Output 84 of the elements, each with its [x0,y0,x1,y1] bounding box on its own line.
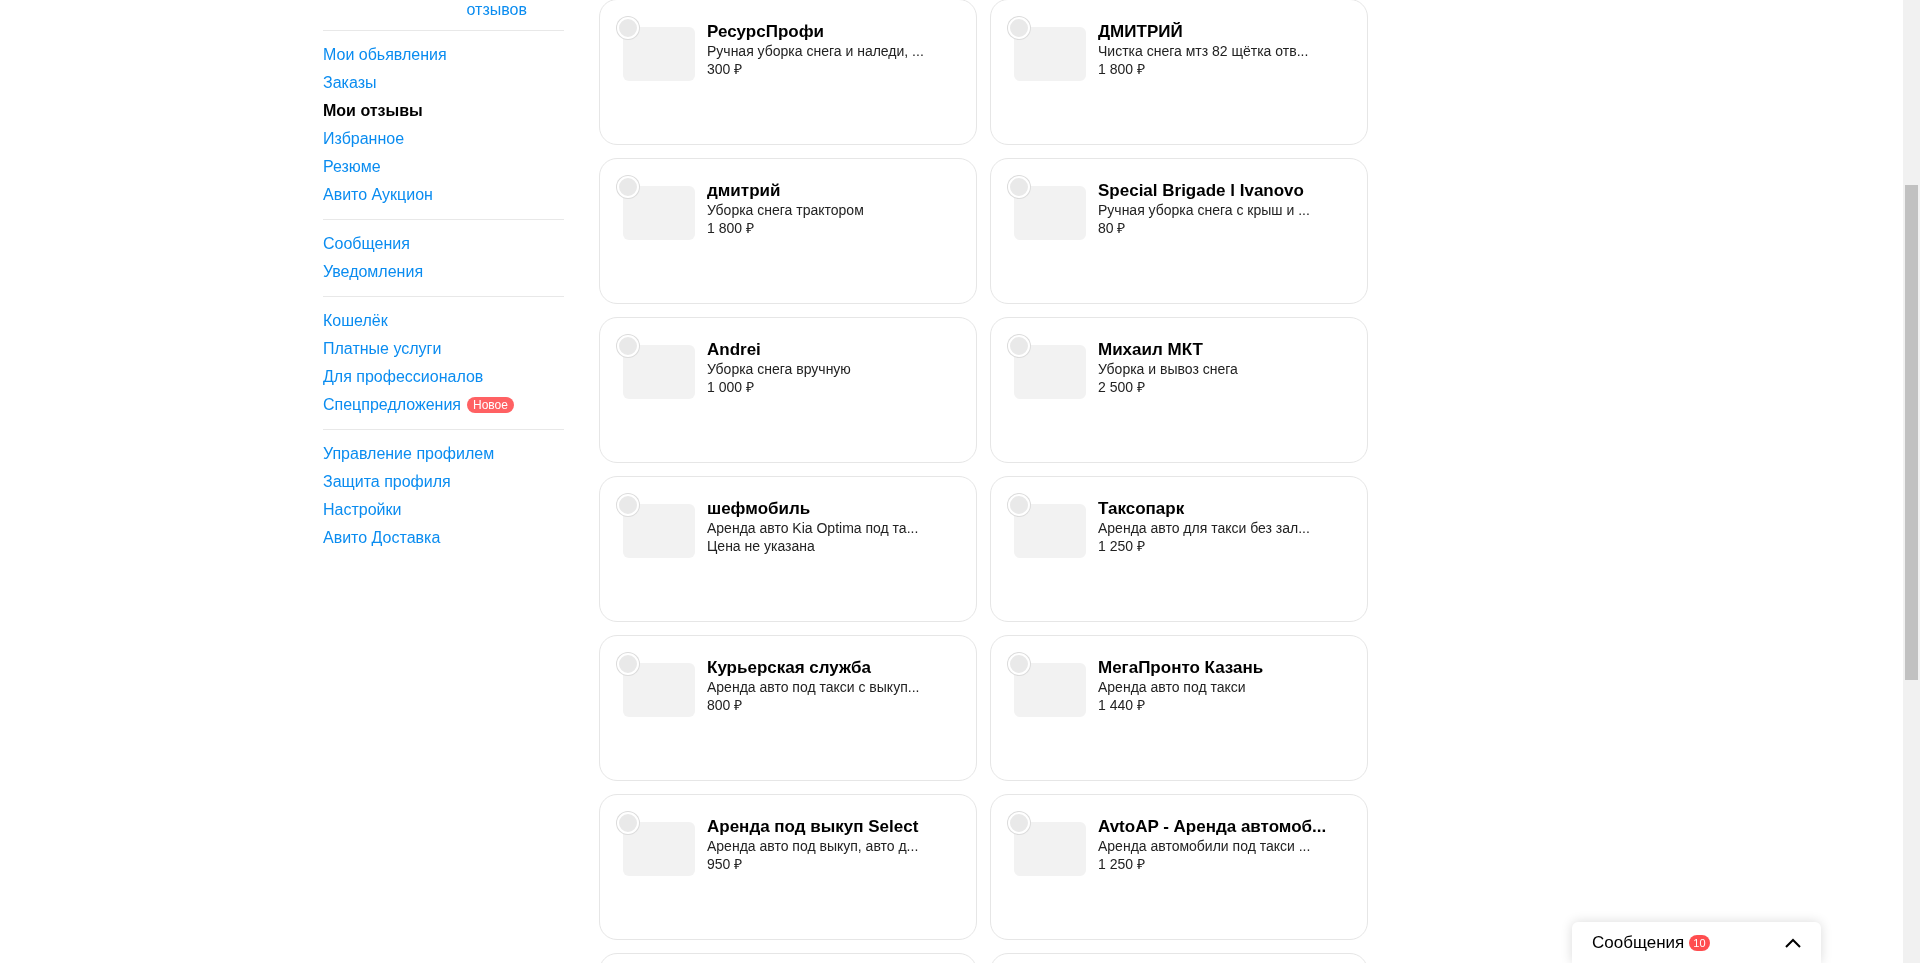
sidebar-link[interactable]: Настройки [323,498,402,522]
service-description: Уборка и вывоз снега [1098,360,1238,378]
sidebar-link[interactable]: Уведомления [323,260,424,284]
seller-name: ДМИТРИЙ [1098,22,1184,42]
seller-card[interactable]: ДМИТРИЙ Чистка снега мтз 82 щётка отв... 1 800 ₽ [990,0,1368,145]
photo-placeholder [1014,27,1086,81]
photo-placeholder [1014,186,1086,240]
service-description: Аренда авто Kia Optima под та... [707,519,919,537]
seller-card[interactable]: шефмобиль Аренда авто Kia Optima под та... Цена не указана [599,476,977,622]
scrollbar[interactable] [1903,0,1920,963]
service-description: Аренда авто под такси [1098,678,1247,696]
seller-name: Аренда под выкуп Select [707,817,919,837]
messages-label: Сообщения [1592,931,1685,954]
price: 800 ₽ [707,696,744,714]
price: 300 ₽ [707,60,744,78]
photo-placeholder [623,27,695,81]
service-description: Уборка снега вручную [707,360,851,378]
seller-name: дмитрий [707,181,782,201]
price: 2 500 ₽ [1098,378,1146,396]
seller-name: Special Brigade l Ivanovo [1098,181,1305,201]
seller-card[interactable]: Михаил МКТ Уборка и вывоз снега 2 500 ₽ [990,317,1368,463]
reviews-link[interactable]: отзывов [466,0,527,20]
service-description: Чистка снега мтз 82 щётка отв... [1098,42,1309,60]
seller-card[interactable]: дмитрий Уборка снега трактором 1 800 ₽ [599,158,977,304]
service-description: Аренда авто под такси с выкуп... [707,678,920,696]
seller-name: Таксопарк [1098,499,1186,519]
photo-placeholder [1014,663,1086,717]
sidebar-link[interactable]: Сообщения [323,232,410,256]
messages-widget[interactable]: Сообщения 10 [1572,922,1821,963]
sidebar-link[interactable]: Управление профилем [323,442,495,466]
sidebar-link[interactable]: Авито Доставка [323,526,441,550]
service-description: Ручная уборка снега и наледи, ... [707,42,924,60]
service-description: Аренда авто под выкуп, авто д... [707,837,919,855]
sidebar-link[interactable]: Мои обьявления [323,43,447,67]
price: 80 ₽ [1098,219,1127,237]
sidebar-link[interactable]: Спецпредложения [323,393,461,417]
seller-name: Курьерская служба [707,658,873,678]
service-description: Уборка снега трактором [707,201,864,219]
service-description: Ручная уборка снега с крыш и ... [1098,201,1310,219]
price: 1 440 ₽ [1098,696,1146,714]
seller-name: шефмобиль [707,499,812,519]
sidebar-link[interactable]: Кошелёк [323,309,388,333]
seller-card[interactable]: Andrei Уборка снега вручную 1 000 ₽ [599,317,977,463]
sidebar-link[interactable]: Платные услуги [323,337,442,361]
photo-placeholder [1014,822,1086,876]
sidebar-link[interactable]: Мои отзывы [323,99,423,123]
price: Цена не указана [707,537,816,555]
sidebar-link[interactable]: Защита профиля [323,470,451,494]
seller-card[interactable]: Таксопарк Аренда авто для такси без зал... 1 250 ₽ [990,476,1368,622]
price: 1 250 ₽ [1098,537,1146,555]
seller-card[interactable]: AvtoAP - Аренда автомоб... Аренда автомобили под такси ... 1 250 ₽ [990,794,1368,940]
seller-card[interactable]: Аренда под выкуп Select Аренда авто под выкуп, авто д... 950 ₽ [599,794,977,940]
photo-placeholder [623,504,695,558]
scrollbar-thumb[interactable] [1905,185,1918,680]
price: 1 000 ₽ [707,378,755,396]
seller-name: Михаил МКТ [1098,340,1204,360]
sidebar-link[interactable]: Избранное [323,127,405,151]
unread-count-badge: 10 [1689,934,1710,951]
sidebar-link[interactable]: Заказы [323,71,377,95]
seller-name: AvtoAP - Аренда автомоб... [1098,817,1327,837]
price: 1 250 ₽ [1098,855,1146,873]
seller-card[interactable]: РесурсПрофи Ручная уборка снега и наледи, ... 300 ₽ [599,0,977,145]
seller-card[interactable]: Special Brigade l Ivanovo Ручная уборка снега с крыш и ... 80 ₽ [990,158,1368,304]
photo-placeholder [623,822,695,876]
price: 950 ₽ [707,855,744,873]
price: 1 800 ₽ [1098,60,1146,78]
seller-name: Andrei [707,340,762,360]
seller-name: МегаПронто Казань [1098,658,1264,678]
sidebar-link[interactable]: Резюме [323,155,381,179]
seller-name: РесурсПрофи [707,22,825,42]
photo-placeholder [623,186,695,240]
service-description: Аренда автомобили под такси ... [1098,837,1312,855]
seller-card[interactable]: Курьерская служба Аренда авто под такси с выкуп... 800 ₽ [599,635,977,781]
chevron-up-icon [1785,937,1801,948]
photo-placeholder [623,663,695,717]
photo-placeholder [1014,345,1086,399]
seller-card[interactable]: МегаПронто Казань Аренда авто под такси 1 440 ₽ [990,635,1368,781]
price: 1 800 ₽ [707,219,755,237]
photo-placeholder [623,345,695,399]
new-badge: Новое [467,397,514,413]
service-description: Аренда авто для такси без зал... [1098,519,1310,537]
sidebar-link[interactable]: Для профессионалов [323,365,484,389]
sidebar-link[interactable]: Авито Аукцион [323,183,433,207]
photo-placeholder [1014,504,1086,558]
